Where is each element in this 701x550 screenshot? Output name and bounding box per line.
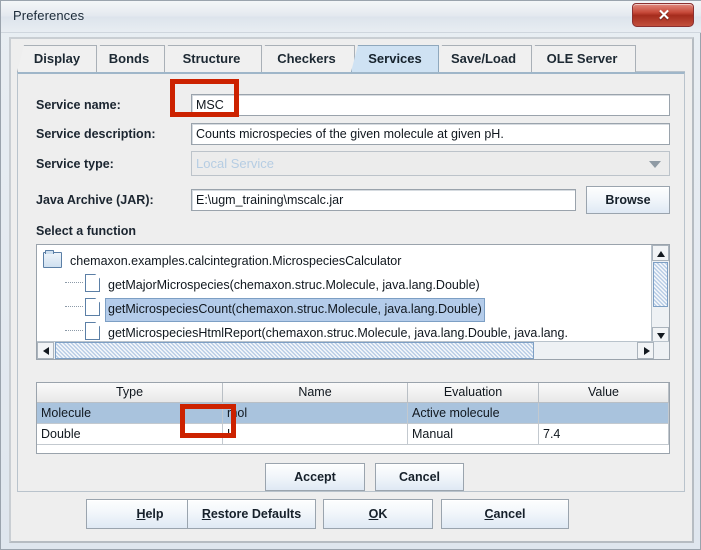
tree-connector-icon (65, 282, 83, 284)
service-type-label: Service type: (36, 157, 114, 171)
tree-node-label: getMicrospeciesCount(chemaxon.struc.Mole… (105, 298, 485, 322)
tab-bonds[interactable]: Bonds (93, 45, 165, 72)
triangle-left-icon (43, 347, 49, 355)
document-icon (85, 322, 100, 340)
tree-node[interactable]: chemaxon.examples.calcintegration.Micros… (43, 249, 404, 273)
document-icon (85, 274, 100, 292)
services-panel: Service name: MSC Service description: C… (17, 72, 685, 492)
dialog-content: DisplayBondsStructureCheckersServicesSav… (9, 37, 694, 543)
table-column-header[interactable]: Name (223, 383, 408, 403)
title-bar: Preferences ✕ (1, 1, 701, 33)
tree-connector-icon (65, 306, 83, 308)
window-title: Preferences (13, 8, 84, 23)
tab-services[interactable]: Services (351, 45, 439, 72)
tree-node-label: getMajorMicrospecies(chemaxon.struc.Mole… (105, 274, 483, 296)
tab-save-load[interactable]: Save/Load (435, 45, 532, 72)
close-button[interactable]: ✕ (632, 3, 694, 27)
service-description-input[interactable]: Counts microspecies of the given molecul… (191, 123, 670, 145)
function-tree[interactable]: chemaxon.examples.calcintegration.Micros… (37, 245, 654, 343)
service-type-value: Local Service (196, 156, 274, 171)
screenshot-root: Preferences ✕ DisplayBondsStructureCheck… (0, 0, 701, 550)
triangle-up-icon (657, 251, 665, 257)
tab-bar: DisplayBondsStructureCheckersServicesSav… (17, 45, 685, 72)
triangle-down-icon (657, 333, 665, 339)
scroll-up-button[interactable] (652, 245, 669, 261)
service-description-label: Service description: (36, 127, 156, 141)
table-cell[interactable]: mol (223, 403, 408, 424)
triangle-right-icon (644, 347, 650, 355)
cancel-button[interactable]: Cancel (441, 499, 569, 529)
table-column-header[interactable]: Type (37, 383, 223, 403)
tab-checkers[interactable]: Checkers (258, 45, 355, 72)
tab-ole-server[interactable]: OLE Server (528, 45, 636, 72)
table-cell[interactable]: 7.4 (539, 424, 669, 445)
tree-vertical-scrollbar[interactable] (651, 245, 669, 343)
tab-display[interactable]: Display (17, 45, 97, 72)
browse-button[interactable]: Browse (586, 186, 670, 214)
table-cell[interactable]: Double (37, 424, 223, 445)
table-cell[interactable]: H (223, 424, 408, 445)
table-cell[interactable] (539, 403, 669, 424)
preferences-dialog: Preferences ✕ DisplayBondsStructureCheck… (0, 0, 701, 550)
document-icon (85, 298, 100, 316)
tree-node-label: chemaxon.examples.calcintegration.Micros… (67, 250, 404, 272)
parameters-table: TypeNameEvaluationValue MoleculemolActiv… (36, 382, 670, 454)
close-icon: ✕ (633, 4, 695, 28)
tab-structure[interactable]: Structure (161, 45, 262, 72)
table-header-row: TypeNameEvaluationValue (37, 383, 669, 403)
tree-connector-icon (65, 330, 83, 332)
accept-button[interactable]: Accept (265, 463, 365, 491)
tree-node[interactable]: getMicrospeciesCount(chemaxon.struc.Mole… (65, 297, 485, 321)
panel-cancel-button[interactable]: Cancel (375, 463, 464, 491)
scroll-thumb-horizontal[interactable] (55, 342, 534, 359)
tree-node[interactable]: getMicrospeciesHtmlReport(chemaxon.struc… (65, 321, 571, 343)
table-row[interactable]: DoubleHManual7.4 (37, 424, 669, 445)
table-cell[interactable]: Molecule (37, 403, 223, 424)
select-function-label: Select a function (36, 224, 136, 238)
restore-defaults-button[interactable]: Restore Defaults (187, 499, 316, 529)
tree-horizontal-scrollbar[interactable] (37, 341, 670, 359)
jar-label: Java Archive (JAR): (36, 193, 154, 207)
scroll-right-button[interactable] (637, 342, 654, 359)
tree-node[interactable]: getMajorMicrospecies(chemaxon.struc.Mole… (65, 273, 483, 297)
table-column-header[interactable]: Value (539, 383, 669, 403)
jar-path-input[interactable]: E:\ugm_training\mscalc.jar (191, 189, 576, 211)
scroll-left-button[interactable] (37, 342, 54, 359)
table-cell[interactable]: Active molecule (408, 403, 539, 424)
chevron-down-icon (649, 161, 661, 168)
table-row[interactable]: MoleculemolActive molecule (37, 403, 669, 424)
scroll-thumb-vertical[interactable] (653, 262, 668, 307)
table-column-header[interactable]: Evaluation (408, 383, 539, 403)
function-tree-box: chemaxon.examples.calcintegration.Micros… (36, 244, 670, 360)
folder-icon (43, 252, 62, 268)
tree-node-label: getMicrospeciesHtmlReport(chemaxon.struc… (105, 322, 571, 343)
table-cell[interactable]: Manual (408, 424, 539, 445)
service-name-label: Service name: (36, 98, 121, 112)
ok-button[interactable]: OK (323, 499, 433, 529)
service-name-input[interactable]: MSC (191, 94, 670, 116)
service-type-dropdown[interactable]: Local Service (191, 151, 670, 176)
